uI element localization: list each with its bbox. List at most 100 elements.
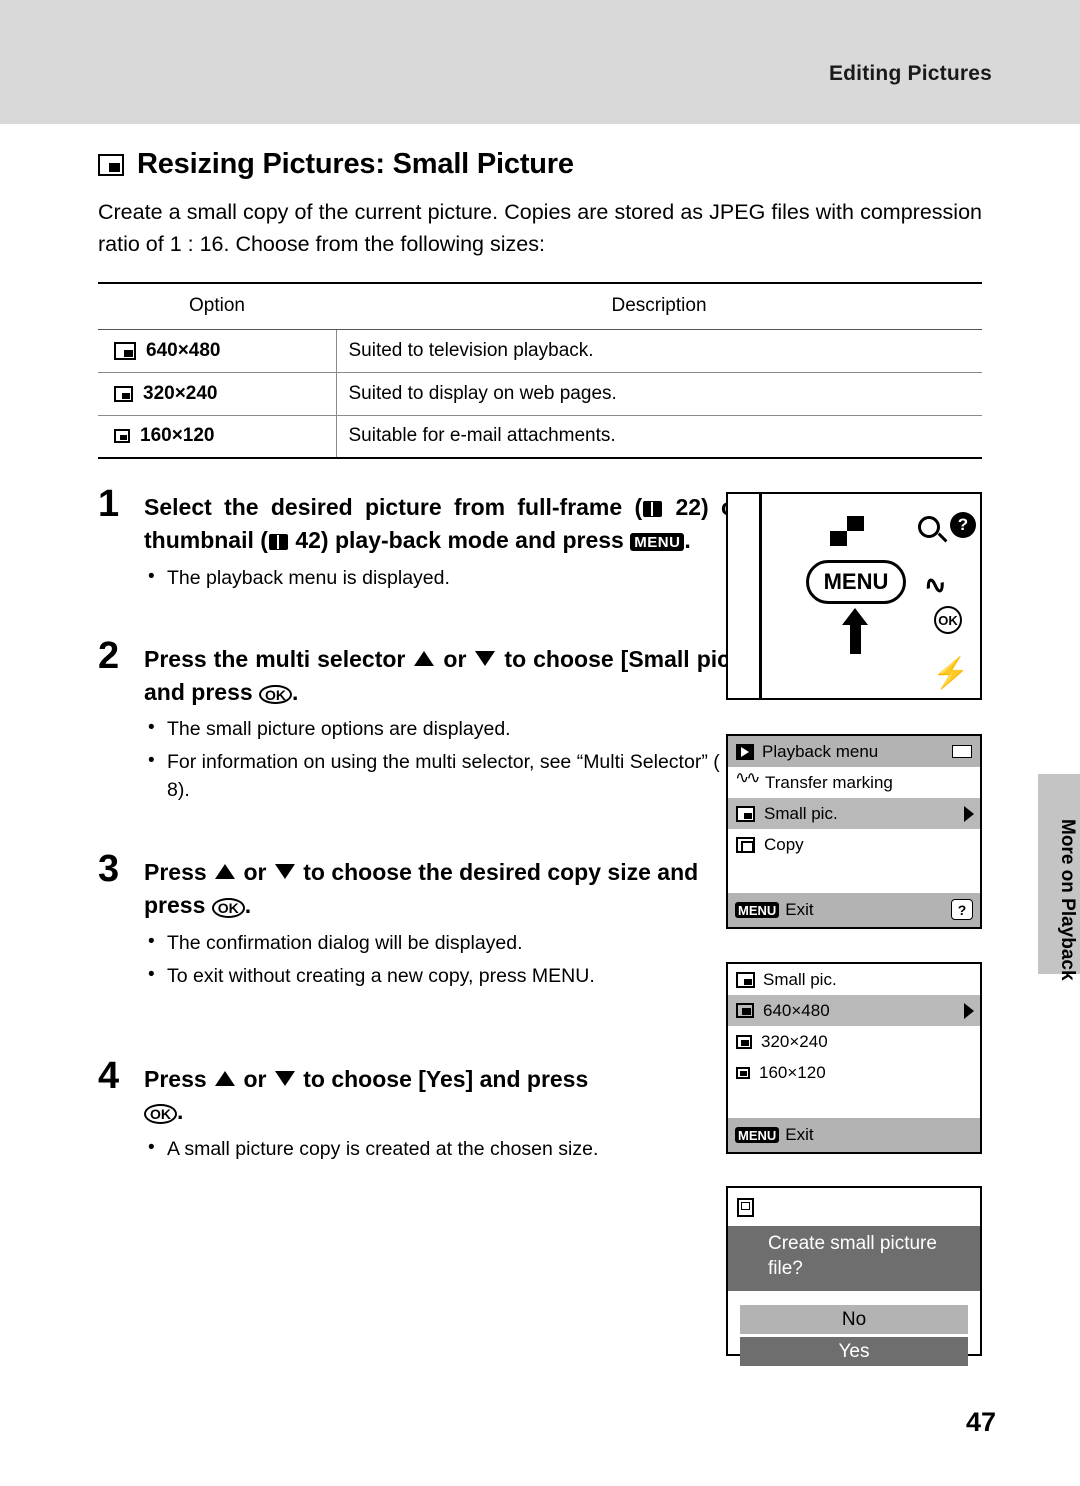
size-medium-icon — [736, 1034, 752, 1049]
page-title: Resizing Pictures: Small Picture — [137, 148, 574, 180]
ok-button-glyph: OK — [144, 1104, 177, 1125]
dialog-option-yes[interactable]: Yes — [740, 1337, 968, 1367]
lcd-footer-label: Exit — [785, 900, 814, 919]
step-number: 2 — [98, 634, 120, 677]
transfer-marking-icon — [735, 768, 758, 791]
bullet: For information on using the multi selec… — [144, 748, 744, 804]
copy-icon — [736, 836, 755, 853]
lcd-small-pic-menu: Small pic. 640×480 320×240 160×120 MENU … — [726, 962, 982, 1154]
dialog-option-no[interactable]: No — [740, 1305, 968, 1335]
step-number: 4 — [98, 1054, 120, 1097]
step-3-lead-part-4: . — [244, 892, 252, 919]
table-cell-option: 320×240 — [98, 372, 337, 416]
option-label: 160×120 — [140, 425, 215, 447]
option-label: 320×240 — [143, 382, 218, 404]
menu-button-glyph: MENU — [630, 533, 685, 552]
size-option-320x240[interactable]: 320×240 — [728, 1026, 980, 1057]
size-option-160x120[interactable]: 160×120 — [728, 1057, 980, 1088]
help-button-icon: ? — [950, 512, 976, 538]
menu-item-transfer-marking[interactable]: Transfer marking — [728, 767, 980, 798]
table-header-description: Description — [336, 282, 982, 330]
size-medium-icon — [114, 385, 133, 402]
thumbnail-button-icon — [830, 516, 864, 546]
small-picture-icon — [736, 805, 755, 822]
book-reference-icon — [643, 501, 663, 518]
section-intro: Create a small copy of the current pictu… — [98, 200, 982, 256]
size-option-label: 320×240 — [761, 1031, 828, 1051]
table-row: 160×120 Suitable for e-mail attachments. — [98, 415, 982, 460]
step-4-lead-part-4: . — [177, 1098, 184, 1125]
lcd-title-bar: Playback menu — [728, 736, 980, 767]
camera-ok-button: OK — [934, 606, 962, 634]
lcd-title-text: Playback menu — [762, 741, 879, 761]
down-arrow-icon — [274, 864, 295, 880]
multi-selector-icon: ∿ — [921, 567, 950, 603]
scroll-indicator-icon — [952, 745, 972, 758]
up-arrow-icon — [215, 864, 236, 880]
dialog-message-line2: file? — [768, 1257, 803, 1279]
step-2-lead-part-1: or — [443, 645, 467, 672]
menu-item-small-pic[interactable]: Small pic. — [728, 798, 980, 829]
menu-badge-icon: MENU — [735, 902, 780, 918]
resize-icon — [98, 153, 124, 176]
step-1-lead-part-4: . — [684, 527, 691, 554]
size-small-icon — [114, 429, 130, 444]
table-row: 640×480 Suited to television playback. — [98, 329, 982, 373]
playback-icon — [736, 743, 754, 760]
table-cell-description: Suited to television playback. — [336, 329, 982, 373]
size-large-icon — [114, 341, 136, 360]
step-2-lead-part-4: . — [292, 678, 299, 705]
table-cell-option: 160×120 — [98, 415, 337, 460]
lcd-confirm-dialog: Create small picture file? No Yes — [726, 1186, 982, 1367]
step-3-lead-part-0: Press — [144, 859, 214, 886]
step-4-bullets: A small picture copy is created at the c… — [144, 1135, 744, 1164]
lcd-title-text: Small pic. — [763, 969, 837, 989]
camera-menu-button: MENU — [806, 560, 906, 604]
table-cell-option: 640×480 — [98, 329, 337, 373]
down-arrow-icon — [274, 1070, 295, 1086]
option-label: 640×480 — [146, 339, 221, 361]
step-1-lead: Select the desired picture from full-fra… — [144, 491, 744, 557]
step-number: 3 — [98, 848, 120, 891]
down-arrow-icon — [475, 650, 496, 666]
camera-back-illustration: ? MENU ∿ OK ⚡ — [726, 492, 982, 700]
step-4-lead-part-1: or — [243, 1065, 267, 1092]
dialog-message-line1: Create small picture — [768, 1233, 937, 1254]
lcd-playback-menu: Playback menu Transfer marking Small pic… — [726, 734, 982, 929]
up-arrow-icon — [215, 1070, 236, 1086]
lcd-footer-label: Exit — [785, 1125, 814, 1144]
step-4-lead-part-0: Press — [144, 1065, 214, 1092]
small-picture-file-icon — [737, 1197, 754, 1217]
book-reference-icon — [268, 534, 288, 551]
lcd-footer: MENU Exit ? — [728, 893, 980, 927]
menu-item-copy[interactable]: Copy — [728, 829, 980, 860]
lcd-title-bar: Small pic. — [728, 964, 980, 995]
lcd-footer: MENU Exit — [728, 1118, 980, 1152]
camera-body-edge — [728, 494, 762, 698]
step-1-lead-part-2: 42) play-back mode and press — [295, 527, 631, 554]
small-picture-icon — [736, 971, 755, 988]
step-3-lead-part-1: or — [243, 859, 267, 886]
ok-button-glyph: OK — [211, 898, 245, 918]
menu-item-label: Transfer marking — [765, 772, 893, 792]
table-cell-description: Suited to display on web pages. — [336, 372, 982, 416]
menu-item-label: Copy — [764, 834, 804, 854]
step-2-lead: Press the multi selector or to choose [S… — [144, 643, 744, 709]
options-table: Option Description 640×480 Suited to tel… — [98, 282, 982, 460]
zoom-magnifier-icon — [918, 516, 940, 538]
step-1-lead-part-0: Select the desired picture from full-fra… — [144, 494, 643, 521]
flash-icon: ⚡ — [932, 657, 970, 690]
step-2-bullets: The small picture options are displayed.… — [144, 715, 744, 804]
size-large-icon — [736, 1003, 754, 1018]
step-2-lead-part-0: Press the multi selector — [144, 645, 413, 672]
page-header-band: Editing Pictures — [0, 0, 1080, 124]
menu-item-label: Small pic. — [764, 803, 838, 823]
size-option-label: 640×480 — [763, 1000, 830, 1020]
dialog-header — [728, 1188, 980, 1226]
help-icon[interactable]: ? — [951, 899, 973, 920]
step-1-bullets: The playback menu is displayed. — [144, 564, 744, 593]
side-tab-label: More on Playback — [1057, 819, 1078, 981]
step-number: 1 — [98, 483, 120, 526]
bullet: The playback menu is displayed. — [144, 564, 744, 593]
size-option-640x480[interactable]: 640×480 — [728, 995, 980, 1026]
